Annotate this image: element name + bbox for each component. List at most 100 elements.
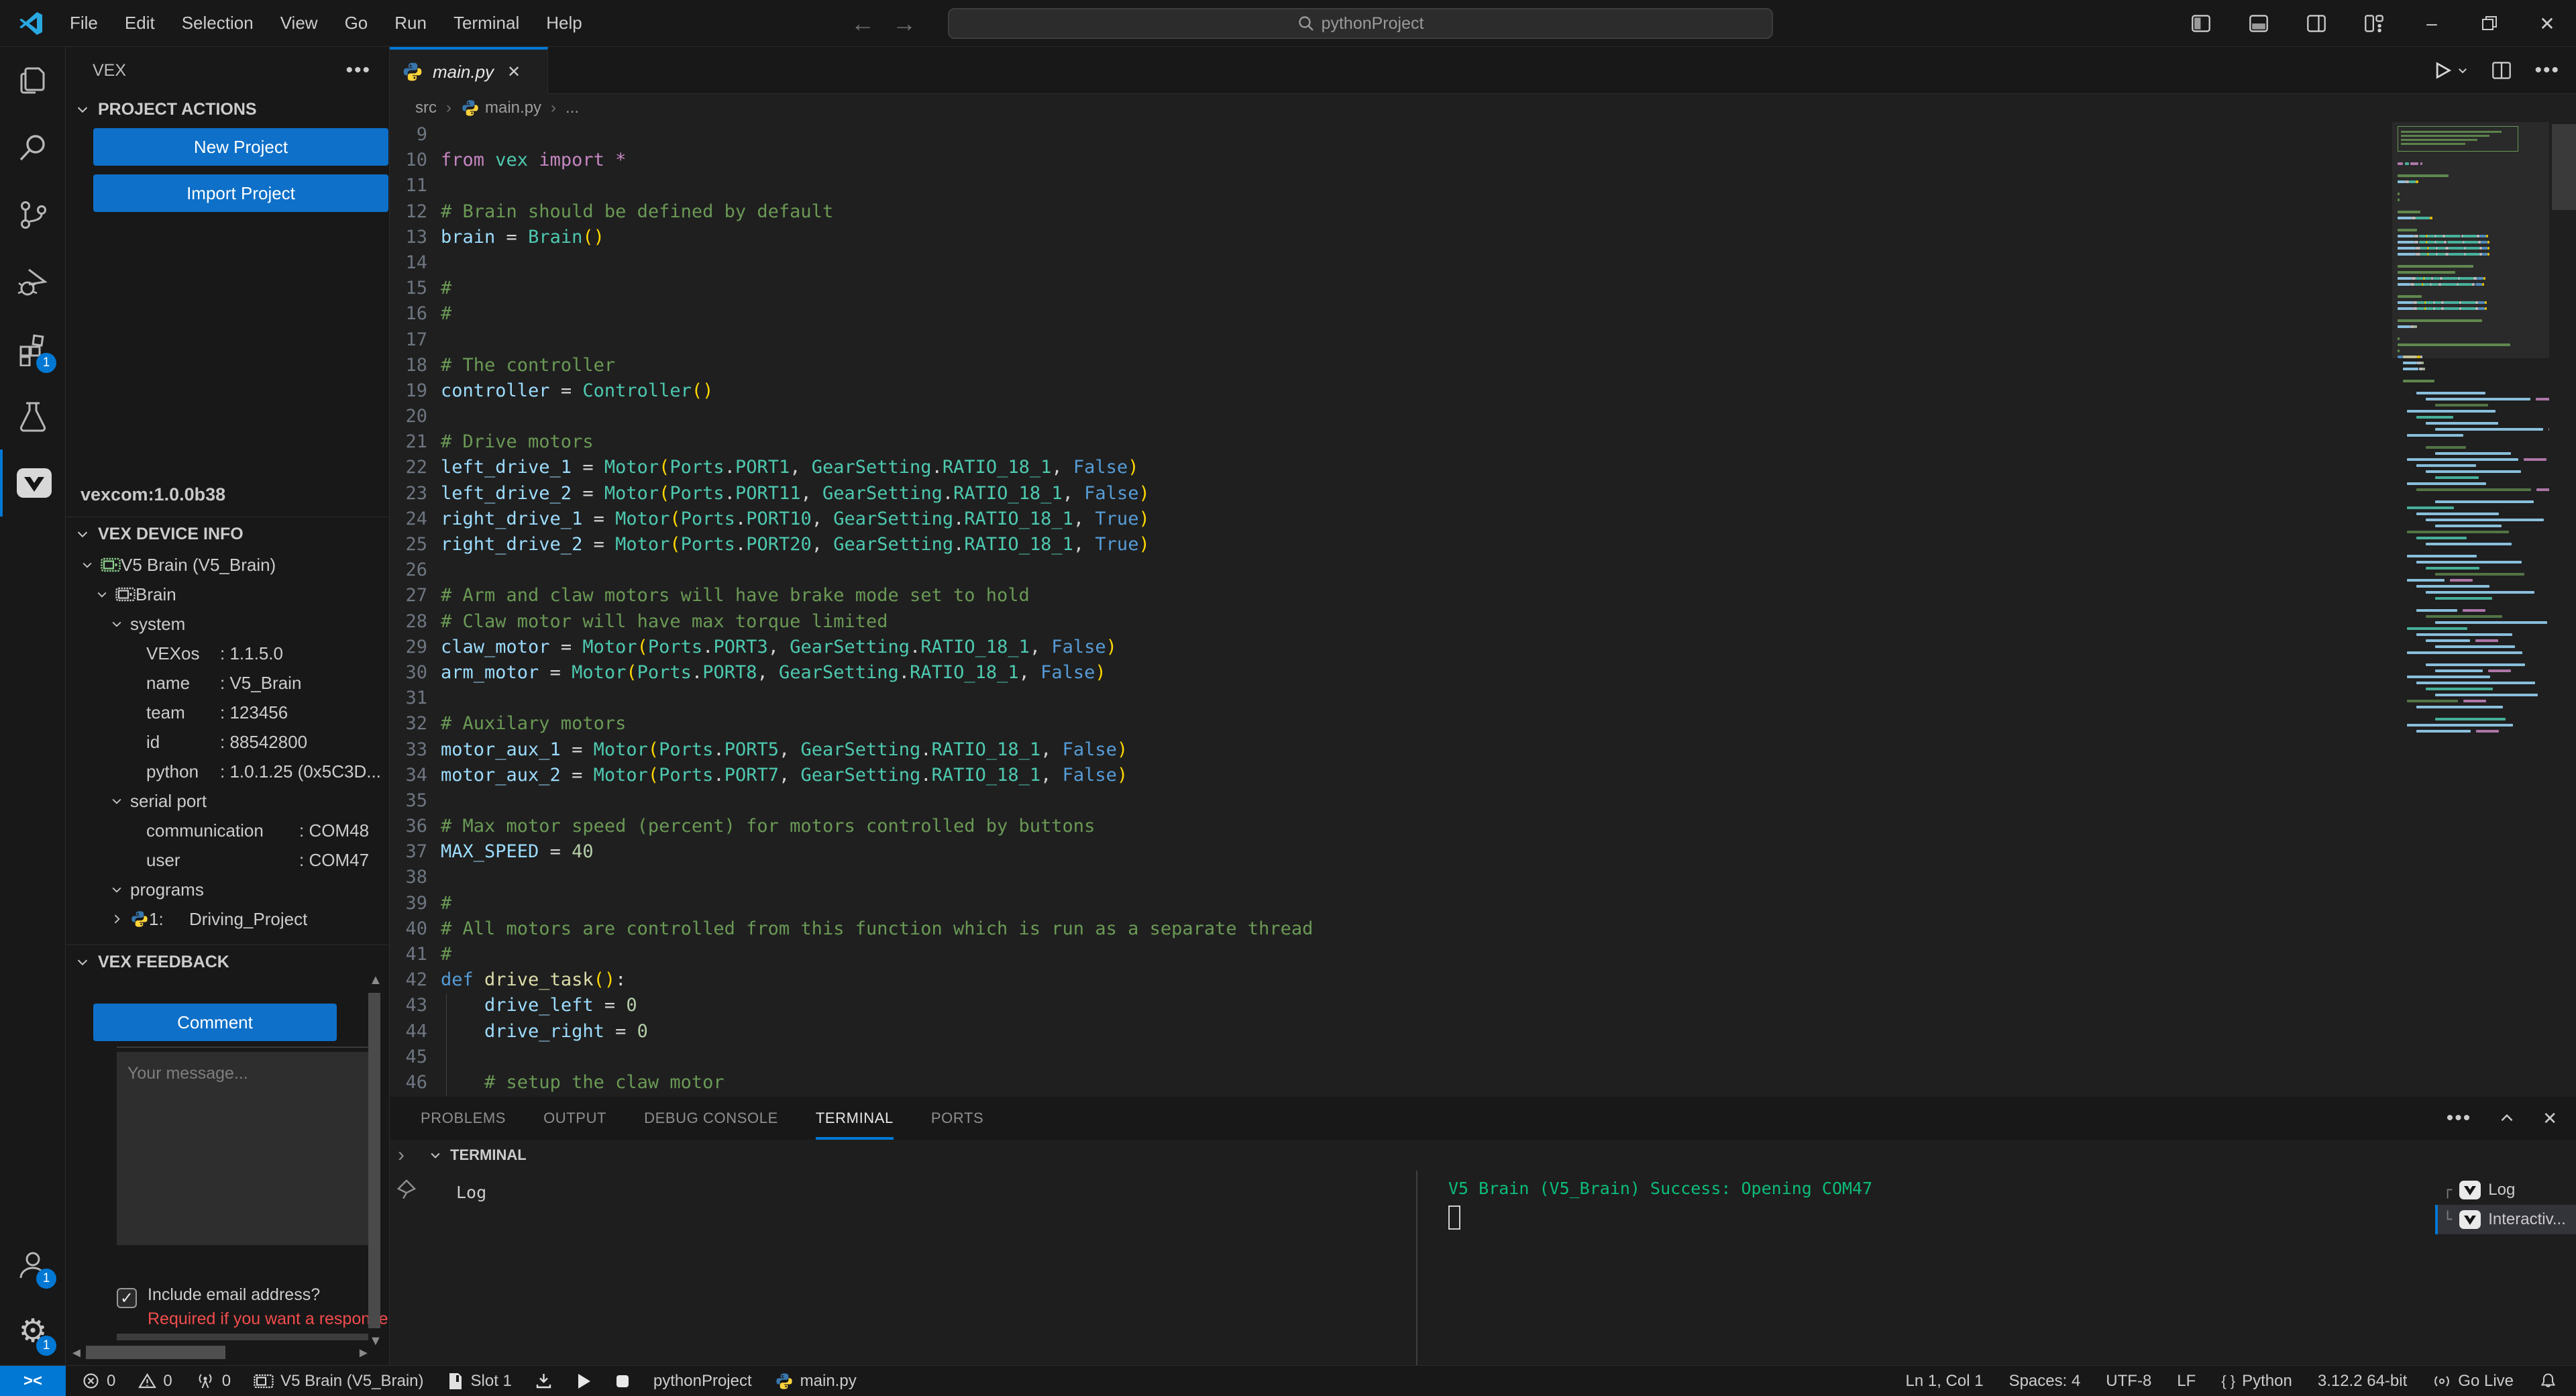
menu-run[interactable]: Run <box>381 7 440 39</box>
chevron-down-icon[interactable] <box>80 558 101 572</box>
panel-tab-ports[interactable]: PORTS <box>931 1097 983 1140</box>
menu-help[interactable]: Help <box>533 7 595 39</box>
scroll-right-icon[interactable]: ► <box>357 1346 370 1361</box>
code-line[interactable]: 42def drive_task(): <box>390 967 2576 993</box>
code-line[interactable]: 31 <box>390 686 2576 711</box>
code-line[interactable]: 36# Max motor speed (percent) for motors… <box>390 814 2576 839</box>
status-item-ln-1-col-1[interactable]: Ln 1, Col 1 <box>1905 1372 1983 1391</box>
status-item-main-py[interactable]: main.py <box>775 1372 857 1391</box>
code-line[interactable]: 9 <box>390 122 2576 148</box>
activity-item-search[interactable] <box>0 114 66 181</box>
section-vex-feedback[interactable]: VEX FEEDBACK <box>75 946 229 978</box>
code-line[interactable]: 30arm_motor = Motor(Ports.PORT8, GearSet… <box>390 660 2576 686</box>
code-line[interactable]: 45 <box>390 1044 2576 1070</box>
status-item-0[interactable]: 0 <box>195 1372 231 1391</box>
tree-row[interactable]: communication: COM48 <box>66 816 390 845</box>
breadcrumb-item[interactable]: ... <box>566 99 579 117</box>
code-line[interactable]: 35 <box>390 788 2576 814</box>
code-line[interactable]: 43 drive_left = 0 <box>390 993 2576 1018</box>
comment-button[interactable]: Comment <box>93 1004 337 1041</box>
code-line[interactable]: 17 <box>390 327 2576 353</box>
status-item-spaces-4[interactable]: Spaces: 4 <box>2009 1372 2081 1391</box>
code-line[interactable]: 12# Brain should be defined by default <box>390 199 2576 225</box>
menu-terminal[interactable]: Terminal <box>440 7 533 39</box>
code-line[interactable]: 20 <box>390 404 2576 429</box>
scroll-left-icon[interactable]: ◄ <box>70 1346 83 1361</box>
code-line[interactable]: 24right_drive_1 = Motor(Ports.PORT10, Ge… <box>390 506 2576 532</box>
status-item-0[interactable]: 0 <box>138 1372 172 1391</box>
status-item-0[interactable]: 0 <box>82 1372 115 1391</box>
code-line[interactable]: 34motor_aux_2 = Motor(Ports.PORT7, GearS… <box>390 763 2576 788</box>
code-line[interactable]: 38 <box>390 865 2576 890</box>
sidebar-more-icon[interactable]: ••• <box>345 59 371 82</box>
tree-row[interactable]: 1:Driving_Project <box>66 904 390 934</box>
activity-item-explorer[interactable] <box>0 47 66 114</box>
chevron-down-icon[interactable] <box>110 883 130 896</box>
code-line[interactable]: 16# <box>390 301 2576 327</box>
minimize-button[interactable]: – <box>2403 0 2461 47</box>
code-line[interactable]: 15# <box>390 276 2576 301</box>
chevron-right-icon[interactable]: › <box>398 1144 405 1167</box>
split-editor-icon[interactable] <box>2491 60 2512 80</box>
status-item-3-12-2-64-bit[interactable]: 3.12.2 64-bit <box>2318 1372 2407 1391</box>
code-line[interactable]: 44 drive_right = 0 <box>390 1019 2576 1044</box>
chevron-right-icon[interactable] <box>110 912 130 926</box>
code-line[interactable]: 11 <box>390 173 2576 199</box>
tree-row[interactable]: user: COM47 <box>66 845 390 875</box>
panel-more-icon[interactable]: ••• <box>2447 1107 2472 1130</box>
status-item-v5-brain-v5-brain-[interactable]: V5 Brain (V5_Brain) <box>254 1372 423 1391</box>
terminal-list-item[interactable]: └Interactiv... <box>2435 1205 2576 1234</box>
tree-row[interactable]: Brain <box>66 580 390 609</box>
code-line[interactable]: 18# The controller <box>390 353 2576 378</box>
new-project-button[interactable]: New Project <box>93 128 388 166</box>
tree-row[interactable]: python: 1.0.1.25 (0x5C3D... <box>66 757 390 786</box>
remote-indicator[interactable]: >< <box>0 1366 66 1396</box>
code-line[interactable]: 13brain = Brain() <box>390 225 2576 250</box>
code-line[interactable]: 32# Auxilary motors <box>390 711 2576 737</box>
scrollbar-thumb[interactable] <box>368 993 380 1328</box>
code-line[interactable]: 25right_drive_2 = Motor(Ports.PORT20, Ge… <box>390 532 2576 557</box>
status-item[interactable] <box>614 1373 631 1390</box>
breadcrumb-item[interactable]: src <box>415 99 437 117</box>
tree-row[interactable]: VEXos: 1.1.5.0 <box>66 639 390 668</box>
editor-scrollbar-thumb[interactable] <box>2552 124 2576 210</box>
forward-arrow-icon[interactable]: → <box>892 9 916 38</box>
terminal-pane-interactive[interactable]: V5 Brain (V5_Brain) Success: Opening COM… <box>1417 1171 2435 1365</box>
panel-tab-output[interactable]: OUTPUT <box>543 1097 606 1140</box>
tree-row[interactable]: system <box>66 609 390 639</box>
tab-close-icon[interactable]: ✕ <box>507 62 521 82</box>
textarea-scrollbar[interactable] <box>117 1334 368 1340</box>
code-line[interactable]: 40# All motors are controlled from this … <box>390 916 2576 942</box>
tree-row[interactable]: id: 88542800 <box>66 727 390 757</box>
tree-row[interactable]: programs <box>66 875 390 904</box>
chevron-down-icon[interactable] <box>95 588 115 601</box>
status-item-slot-1[interactable]: Slot 1 <box>447 1372 512 1391</box>
status-item-lf[interactable]: LF <box>2177 1372 2196 1391</box>
code-line[interactable]: 29claw_motor = Motor(Ports.PORT3, GearSe… <box>390 635 2576 660</box>
code-line[interactable]: 10from vex import * <box>390 148 2576 173</box>
tree-row[interactable]: V5 Brain (V5_Brain) <box>66 550 390 580</box>
code-editor[interactable]: 910from vex import *1112# Brain should b… <box>390 122 2576 1097</box>
activity-item-extensions[interactable]: 1 <box>0 315 66 382</box>
status-item-go-live[interactable]: Go Live <box>2432 1372 2514 1391</box>
close-panel-icon[interactable]: ✕ <box>2542 1108 2557 1129</box>
menu-file[interactable]: File <box>56 7 111 39</box>
status-item-python[interactable]: { }Python <box>2221 1372 2292 1391</box>
activity-item-settings[interactable]: ⚙1 <box>0 1298 66 1365</box>
code-line[interactable]: 23left_drive_2 = Motor(Ports.PORT11, Gea… <box>390 481 2576 506</box>
activity-item-testing[interactable] <box>0 382 66 449</box>
back-arrow-icon[interactable]: ← <box>851 9 875 38</box>
editor-more-icon[interactable]: ••• <box>2534 59 2560 82</box>
import-project-button[interactable]: Import Project <box>93 174 388 212</box>
run-python-button[interactable] <box>2431 60 2469 81</box>
menu-view[interactable]: View <box>267 7 331 39</box>
toggle-panel-icon[interactable] <box>2230 0 2288 47</box>
chevron-down-icon[interactable] <box>110 617 130 631</box>
code-line[interactable]: 14 <box>390 250 2576 276</box>
minimap[interactable] <box>2392 125 2549 1091</box>
restore-button[interactable] <box>2461 0 2518 47</box>
menu-edit[interactable]: Edit <box>111 7 168 39</box>
code-line[interactable]: 46 # setup the claw motor <box>390 1070 2576 1095</box>
terminal-list-item[interactable]: ┌Log <box>2435 1175 2576 1205</box>
activity-item-vex[interactable] <box>0 449 66 517</box>
